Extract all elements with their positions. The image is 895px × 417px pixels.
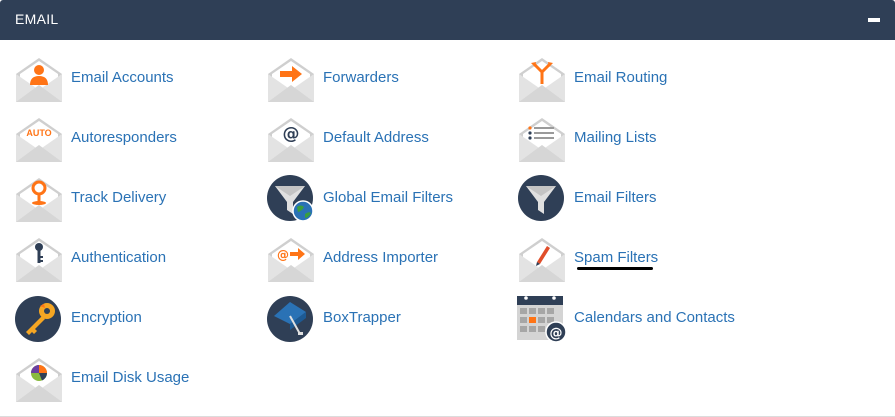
item-label: Email Disk Usage: [71, 369, 190, 386]
email-filters-link[interactable]: Email Filters: [517, 174, 757, 224]
item-label: Forwarders: [323, 69, 399, 86]
item-label: Address Importer: [323, 249, 439, 266]
mailing-lists-link[interactable]: Mailing Lists: [517, 114, 757, 164]
spam-filters-underline: [577, 267, 653, 270]
pen-envelope-icon: [519, 238, 565, 282]
key-envelope-icon: [16, 238, 62, 282]
calendar-icon: @: [517, 296, 567, 343]
gold-key-icon: [15, 296, 61, 342]
email-accounts-link[interactable]: Email Accounts: [14, 54, 254, 104]
box-trap-icon: [267, 296, 313, 342]
item-label: Autoresponders: [71, 129, 177, 146]
item-label: Track Delivery: [71, 189, 167, 206]
boxtrapper-link[interactable]: BoxTrapper: [266, 294, 506, 344]
item-label: Authentication: [71, 249, 167, 266]
email-disk-usage-link[interactable]: Email Disk Usage: [14, 354, 254, 404]
at-envelope-icon: @: [268, 118, 314, 162]
authentication-link[interactable]: Authentication: [14, 234, 254, 284]
global-email-filters-link[interactable]: Global Email Filters: [266, 174, 506, 224]
list-envelope-icon: [519, 118, 565, 162]
import-envelope-icon: @: [268, 238, 314, 282]
panel-title: EMAIL: [15, 11, 59, 27]
item-label: Mailing Lists: [574, 129, 657, 146]
routing-envelope-icon: [519, 58, 565, 102]
pie-envelope-icon: [16, 358, 62, 402]
auto-icon-text: AUTO: [26, 128, 51, 138]
item-label: BoxTrapper: [323, 309, 401, 326]
svg-text:@: @: [277, 248, 289, 262]
address-importer-link[interactable]: @ Address Importer: [266, 234, 506, 284]
funnel-globe-icon: [267, 175, 314, 222]
svg-text:@: @: [283, 124, 300, 144]
item-label: Email Routing: [574, 69, 668, 86]
svg-text:@: @: [550, 326, 563, 341]
calendars-and-contacts-link[interactable]: @ Calendars and Contacts: [517, 294, 757, 344]
email-panel: EMAIL Email Accounts Forwarders Email Ro…: [0, 0, 895, 417]
spam-filters-link[interactable]: Spam Filters: [517, 234, 757, 284]
auto-envelope-icon: AUTO: [16, 118, 62, 162]
user-envelope-icon: [16, 58, 62, 102]
funnel-icon: [518, 175, 564, 221]
item-label: Calendars and Contacts: [574, 309, 735, 326]
autoresponders-link[interactable]: AUTO Autoresponders: [14, 114, 254, 164]
arrow-envelope-icon: [268, 58, 314, 102]
panel-header[interactable]: EMAIL: [0, 0, 895, 40]
encryption-link[interactable]: Encryption: [14, 294, 254, 344]
item-label: Default Address: [323, 129, 429, 146]
email-routing-link[interactable]: Email Routing: [517, 54, 757, 104]
track-delivery-link[interactable]: Track Delivery: [14, 174, 254, 224]
item-label: Email Accounts: [71, 69, 174, 86]
default-address-link[interactable]: @ Default Address: [266, 114, 506, 164]
pin-envelope-icon: [16, 178, 62, 222]
item-label: Encryption: [71, 309, 142, 326]
item-label: Global Email Filters: [323, 189, 454, 206]
item-label: Email Filters: [574, 189, 657, 206]
forwarders-link[interactable]: Forwarders: [266, 54, 506, 104]
minus-icon[interactable]: [866, 12, 882, 28]
item-label: Spam Filters: [574, 249, 659, 266]
